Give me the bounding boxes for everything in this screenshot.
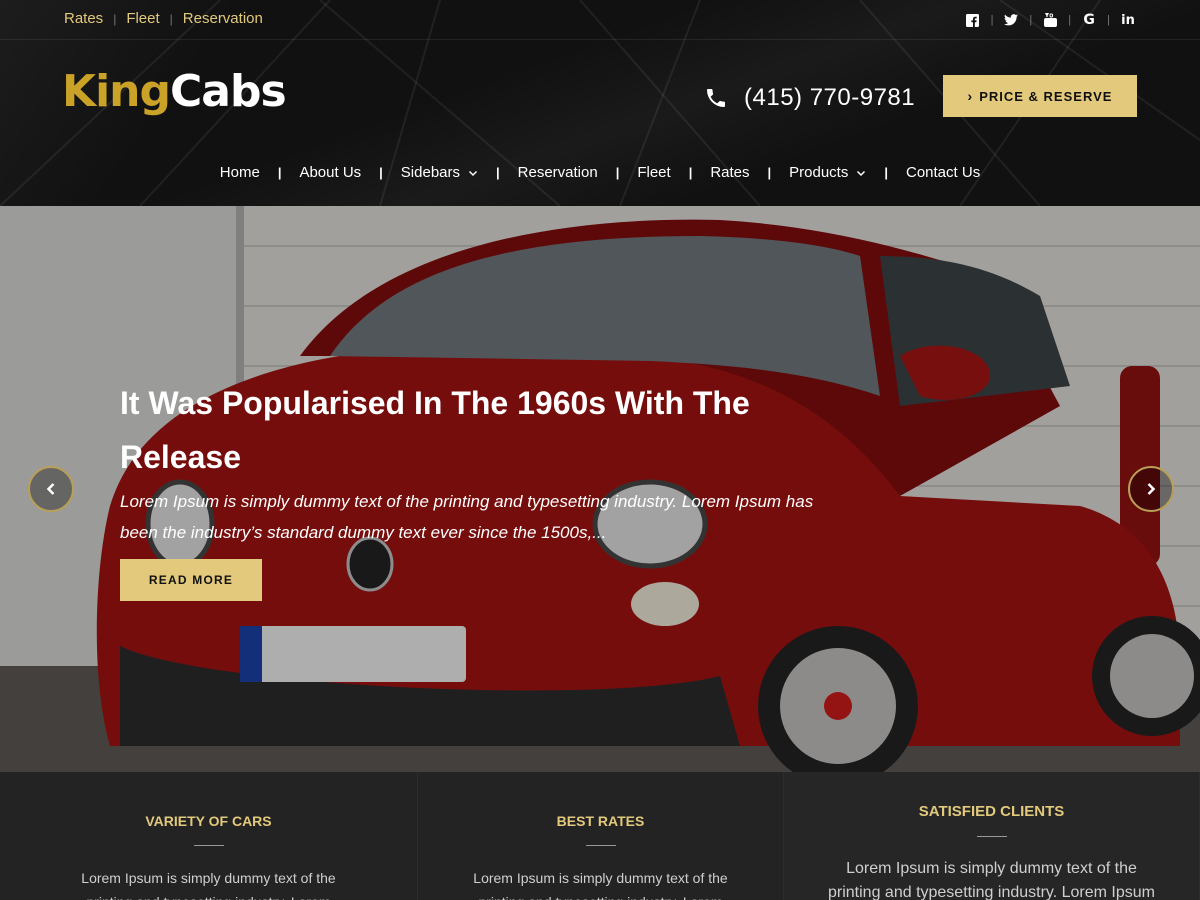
separator: | [990, 14, 994, 26]
site-logo[interactable]: KingCabs [62, 66, 287, 126]
separator: | [379, 165, 383, 180]
divider [976, 836, 1007, 837]
chevron-right-icon [1147, 483, 1156, 495]
nav-item-about-us[interactable]: About Us [299, 164, 361, 181]
divider [193, 845, 224, 846]
twitter-icon[interactable] [1003, 12, 1019, 28]
nav-label: Contact Us [906, 164, 981, 181]
nav-item-rates[interactable]: Rates [710, 164, 749, 181]
separator: | [496, 165, 500, 180]
price-reserve-label: PRICE & RESERVE [979, 88, 1113, 104]
separator: | [1068, 14, 1072, 26]
nav-item-sidebars[interactable]: Sidebars [401, 164, 478, 181]
main-navigation: Home | About Us | Sidebars | Reservation… [0, 164, 1200, 181]
separator: | [1107, 14, 1110, 26]
nav-label: Reservation [517, 164, 598, 181]
nav-item-fleet[interactable]: Fleet [637, 164, 670, 181]
top-link-reservation[interactable]: Reservation [183, 10, 263, 27]
nav-label: Rates [710, 164, 750, 181]
chevron-left-icon [46, 483, 55, 495]
logo-text-king: King [62, 66, 171, 117]
nav-label: Fleet [637, 164, 671, 181]
feature-title: SATISFIED CLIENTS [918, 803, 1065, 820]
hero-slider: It Was Popularised In The 1960s With The… [0, 206, 1200, 772]
chevron-down-icon [857, 170, 866, 176]
nav-label: Sidebars [400, 164, 460, 181]
nav-item-contact-us[interactable]: Contact Us [906, 164, 980, 181]
top-bar: Rates | Fleet | Reservation | | | G | in [0, 0, 1200, 40]
feature-title: VARIETY OF CARS [145, 813, 272, 829]
logo-text-cabs: Cabs [170, 66, 287, 117]
phone-number: (415) 770-9781 [744, 84, 916, 111]
facebook-icon[interactable] [965, 12, 981, 28]
read-more-button[interactable]: READ MORE [120, 559, 262, 601]
feature-variety-of-cars: VARIETY OF CARS Lorem Ipsum is simply du… [0, 772, 418, 900]
separator: | [113, 11, 117, 26]
feature-title: BEST RATES [556, 813, 645, 829]
separator: | [615, 165, 620, 180]
top-link-fleet[interactable]: Fleet [126, 10, 159, 27]
separator: | [688, 165, 693, 180]
separator: | [884, 165, 888, 180]
nav-item-home[interactable]: Home [220, 164, 260, 181]
divider [585, 845, 616, 846]
nav-item-products[interactable]: Products [789, 164, 866, 181]
price-reserve-button[interactable]: › PRICE & RESERVE [943, 75, 1137, 117]
top-links: Rates | Fleet | Reservation [64, 10, 263, 27]
nav-label: About Us [299, 164, 362, 181]
feature-satisfied-clients: SATISFIED CLIENTS Lorem Ipsum is simply … [784, 772, 1200, 900]
nav-item-reservation[interactable]: Reservation [518, 164, 598, 181]
site-header: Rates | Fleet | Reservation | | | G | in… [0, 0, 1200, 206]
linkedin-icon[interactable]: in [1120, 12, 1136, 28]
feature-text: Lorem Ipsum is simply dummy text of the … [828, 860, 1155, 900]
chevron-down-icon [468, 170, 478, 176]
slide-description: Lorem Ipsum is simply dummy text of the … [120, 492, 814, 542]
phone-contact[interactable]: (415) 770-9781 [704, 84, 915, 112]
separator: | [1029, 14, 1033, 26]
slide-title: It Was Popularised In The 1960s With The… [120, 385, 750, 475]
top-link-rates[interactable]: Rates [64, 10, 103, 27]
separator: | [277, 165, 282, 180]
nav-label: Home [219, 164, 260, 181]
feature-best-rates: BEST RATES Lorem Ipsum is simply dummy t… [418, 772, 784, 900]
features-section: VARIETY OF CARS Lorem Ipsum is simply du… [0, 772, 1200, 900]
separator: | [169, 11, 173, 26]
feature-text: Lorem Ipsum is simply dummy text of the … [473, 870, 728, 900]
separator: | [767, 165, 772, 180]
slider-prev-button[interactable] [28, 466, 74, 512]
slider-next-button[interactable] [1128, 466, 1174, 512]
phone-icon [707, 89, 725, 107]
feature-text: Lorem Ipsum is simply dummy text of the … [81, 870, 336, 900]
social-links: | | | G | in [965, 12, 1136, 28]
nav-label: Products [789, 164, 849, 181]
chevron-right-icon: › [967, 88, 974, 104]
youtube-icon[interactable] [1042, 12, 1058, 28]
google-icon[interactable]: G [1081, 12, 1097, 28]
